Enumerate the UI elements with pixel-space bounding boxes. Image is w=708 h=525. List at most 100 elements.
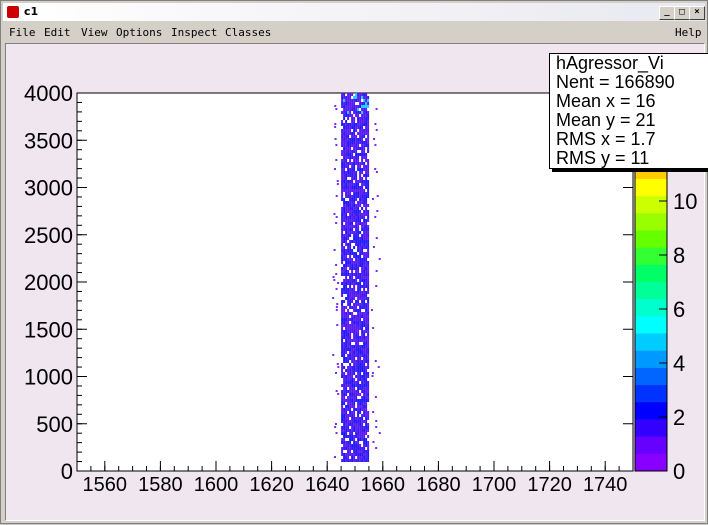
heatmap-cell (345, 345, 348, 348)
heatmap-cell (361, 261, 364, 264)
heatmap-cell (361, 150, 364, 153)
heatmap-cell (367, 351, 370, 354)
stats-rms-y: RMS y = 11 (556, 148, 650, 168)
heatmap-cell (353, 315, 356, 318)
heatmap-cell (355, 267, 358, 270)
heatmap-cell (349, 111, 352, 114)
heatmap-cell (351, 228, 354, 231)
heatmap-cell (351, 288, 354, 291)
heatmap-cell (365, 291, 368, 294)
heatmap-cell (357, 99, 360, 102)
heatmap-cell (341, 237, 344, 240)
heatmap-cell (365, 324, 368, 327)
stats-mean-x: Mean x = 16 (556, 91, 656, 111)
heatmap-cell (359, 282, 362, 285)
heatmap-cell (341, 210, 344, 213)
heatmap-cell (359, 438, 362, 441)
heatmap-cell (367, 159, 370, 162)
heatmap-cell (343, 318, 346, 321)
heatmap-cell (353, 363, 356, 366)
heatmap-cell (349, 225, 352, 228)
heatmap-cell (361, 315, 364, 318)
heatmap-cell (343, 423, 346, 426)
heatmap-cell (363, 231, 366, 234)
heatmap-cell (349, 357, 352, 360)
heatmap-cell (365, 156, 368, 159)
heatmap-cell (365, 279, 368, 282)
heatmap-cell (341, 453, 344, 456)
heatmap-cell (351, 108, 354, 111)
heatmap-cell (357, 438, 360, 441)
heatmap-cell (349, 408, 352, 411)
heatmap-cell (361, 105, 364, 108)
heatmap-cell (353, 438, 356, 441)
heatmap-cell (343, 165, 346, 168)
heatmap-cell (355, 453, 358, 456)
heatmap-cell (355, 420, 358, 423)
heatmap-cell (353, 354, 356, 357)
heatmap-cell (351, 429, 354, 432)
heatmap-cell (351, 435, 354, 438)
heatmap-cell (345, 288, 348, 291)
heatmap-cell (367, 429, 370, 432)
heatmap-cell (367, 114, 370, 117)
heatmap-cell (335, 390, 338, 392)
heatmap-cell (363, 300, 366, 303)
heatmap-cell (376, 210, 379, 212)
heatmap-cell (347, 417, 350, 420)
heatmap-cell (353, 135, 356, 138)
heatmap-cell (341, 417, 344, 420)
heatmap-cell (347, 381, 350, 384)
heatmap-cell (355, 435, 358, 438)
heatmap-cell (345, 252, 348, 255)
heatmap-cell (343, 201, 346, 204)
heatmap-cell (367, 339, 370, 342)
heatmap-cell (345, 216, 348, 219)
heatmap-cell (349, 201, 352, 204)
heatmap-cell (357, 345, 360, 348)
heatmap-cell (353, 174, 356, 177)
heatmap-cell (355, 210, 358, 213)
heatmap-cell (351, 120, 354, 123)
heatmap-cell (361, 363, 364, 366)
heatmap-cell (351, 381, 354, 384)
heatmap-cell (361, 246, 364, 249)
heatmap-cell (351, 345, 354, 348)
heatmap-cell (359, 309, 362, 312)
heatmap-cell (353, 345, 356, 348)
heatmap-cell (347, 273, 350, 276)
heatmap-cell (359, 258, 362, 261)
heatmap-cell (345, 120, 348, 123)
heatmap-cell (349, 105, 352, 108)
heatmap-cell (355, 303, 358, 306)
heatmap-cell (361, 423, 364, 426)
heatmap-cell (341, 363, 344, 366)
heatmap-cell (349, 96, 352, 99)
heatmap-cell (341, 414, 344, 417)
heatmap-cell (365, 183, 368, 186)
stats-box[interactable]: hAgressor_Vi Nent = 166890 Mean x = 16 M… (549, 53, 708, 169)
heatmap-cell (365, 201, 368, 204)
heatmap-cell (361, 387, 364, 390)
heatmap-cell (347, 282, 350, 285)
heatmap-cell (367, 162, 370, 165)
heatmap-cell (359, 165, 362, 168)
heatmap-cell (365, 309, 368, 312)
heatmap-cell (361, 156, 364, 159)
heatmap-cell (343, 135, 346, 138)
heatmap-cell (343, 315, 346, 318)
heatmap-cell (347, 219, 350, 222)
heatmap-cell (349, 216, 352, 219)
heatmap-cell (353, 387, 356, 390)
heatmap-cell (365, 276, 368, 279)
heatmap-cell (335, 159, 338, 161)
heatmap-cell (343, 207, 346, 210)
heatmap-cell (341, 135, 344, 138)
heatmap-cell (349, 342, 352, 345)
heatmap-cell (375, 237, 378, 239)
heatmap-cell (349, 438, 352, 441)
heatmap-cell (353, 225, 356, 228)
heatmap-cell (341, 138, 344, 141)
heatmap-cell (359, 285, 362, 288)
heatmap-cell (367, 354, 370, 357)
